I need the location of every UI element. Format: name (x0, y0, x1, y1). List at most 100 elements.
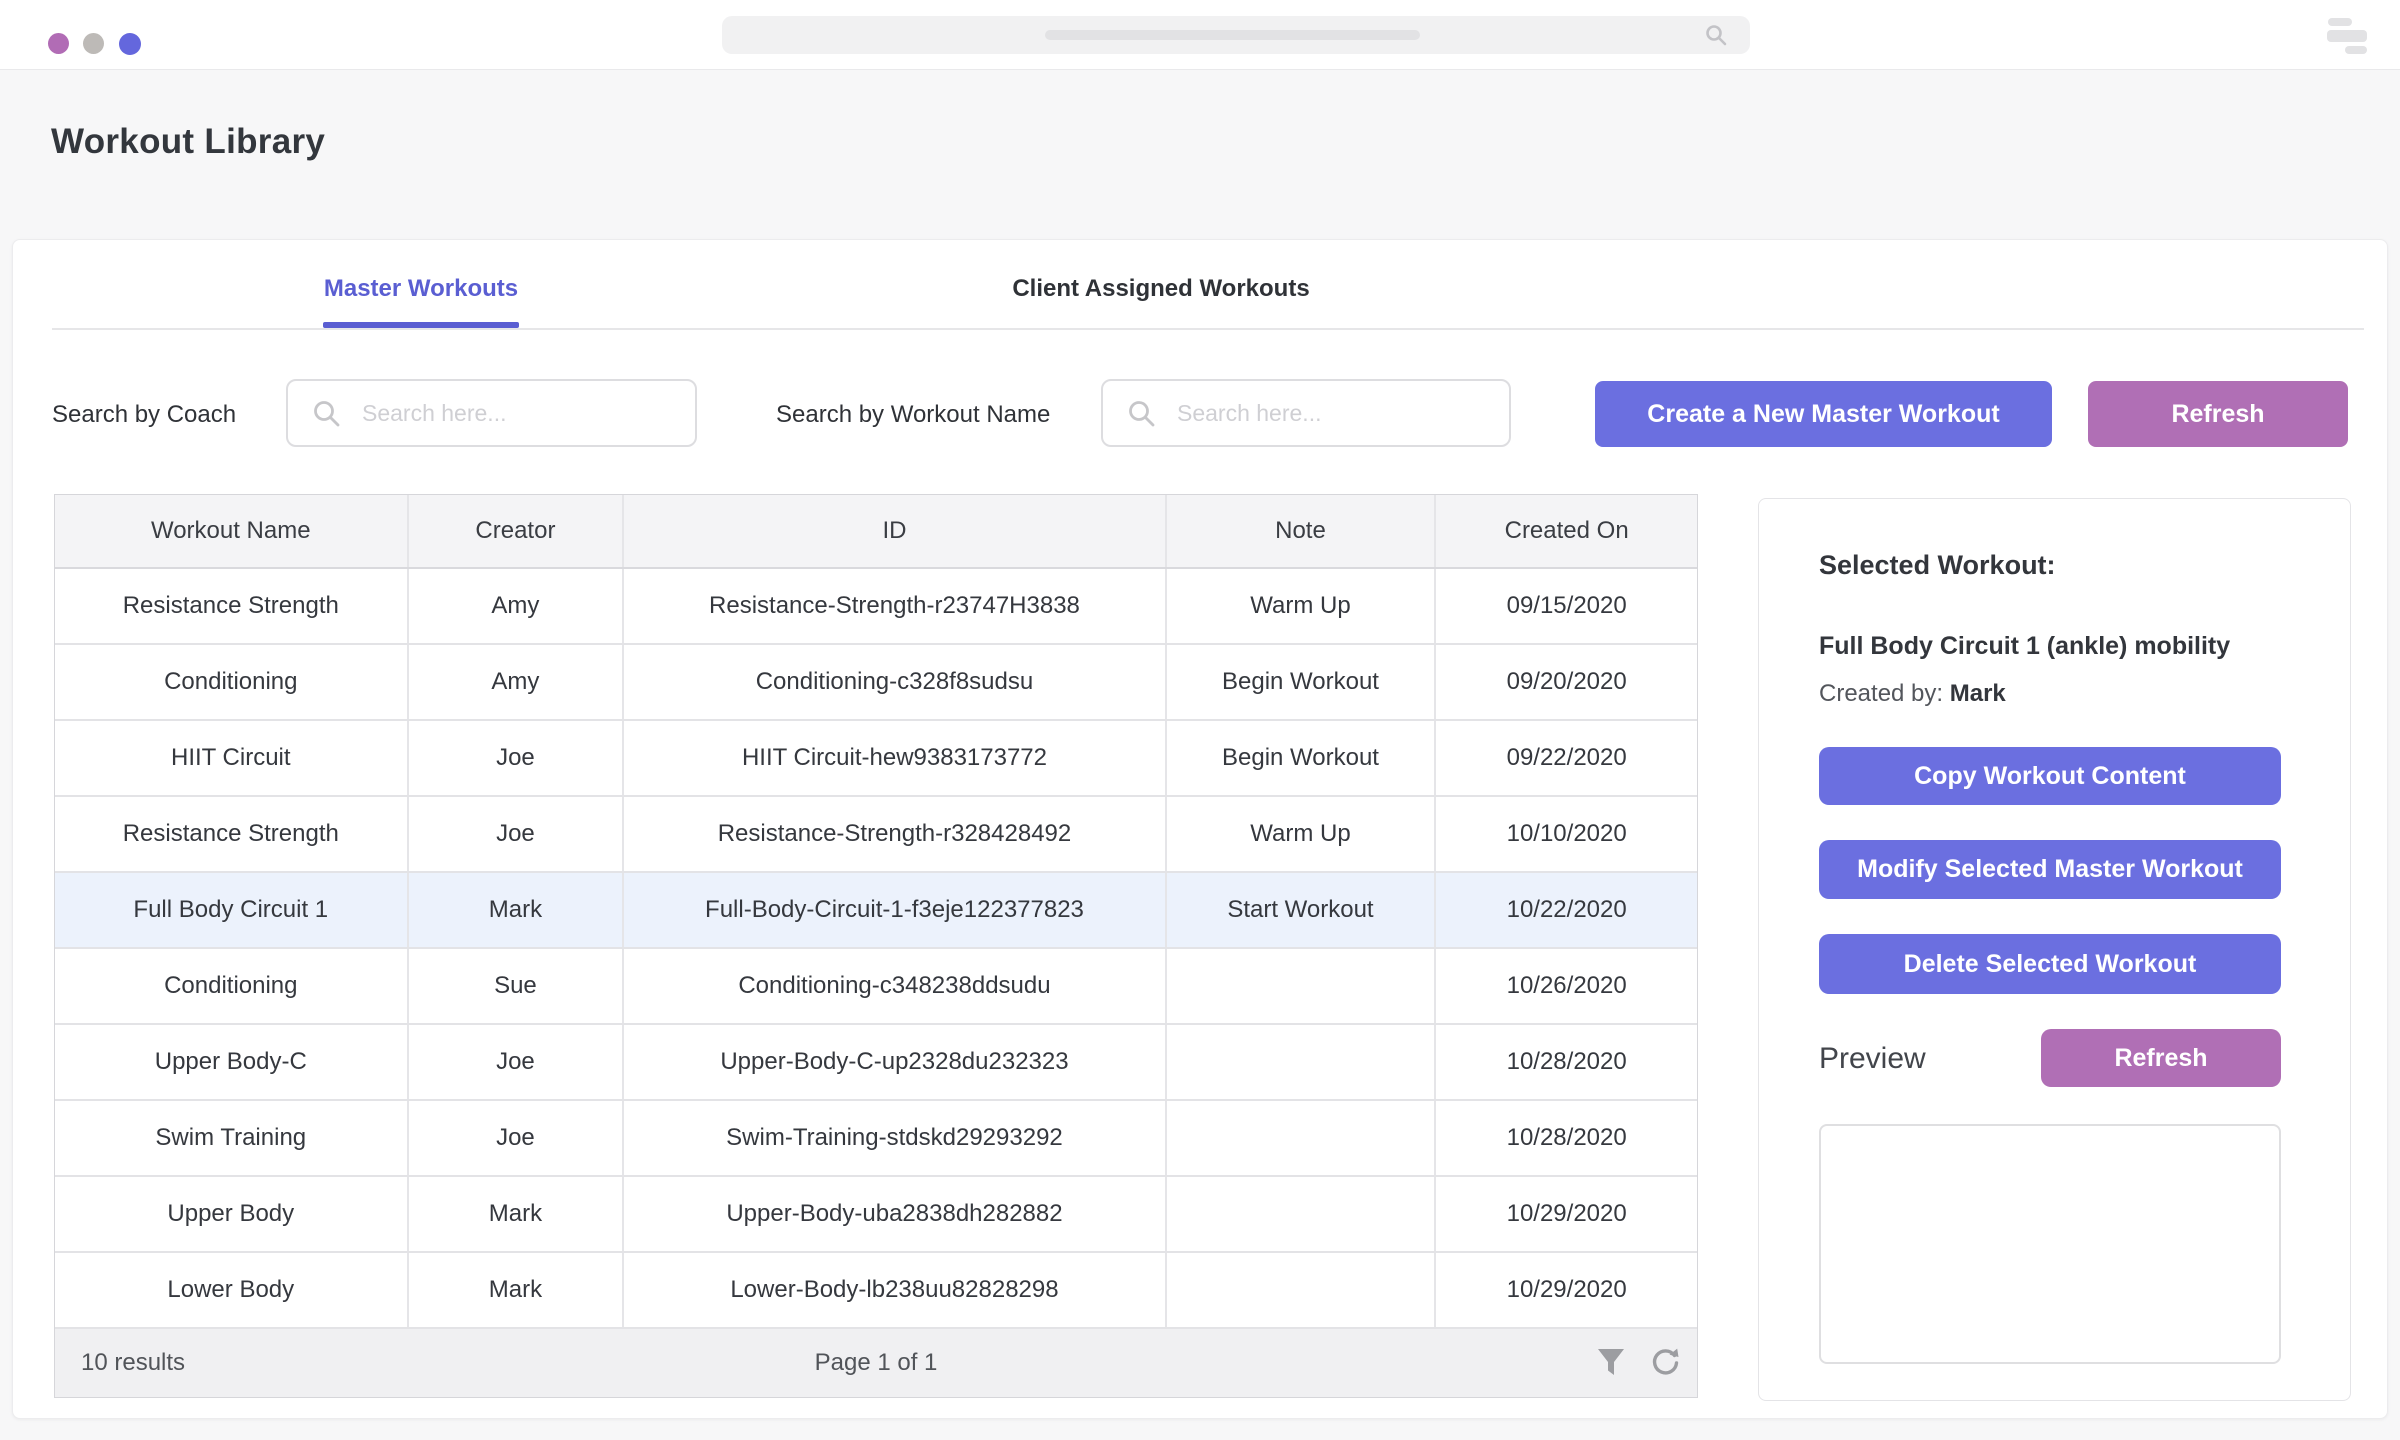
search-by-coach-label: Search by Coach (52, 401, 236, 429)
column-header: Created On (1436, 495, 1697, 567)
table-cell: 09/22/2020 (1436, 721, 1697, 795)
filter-funnel-icon[interactable] (1597, 1348, 1625, 1378)
table-cell: Begin Workout (1167, 721, 1437, 795)
table-cell: Conditioning-c328f8sudsu (624, 645, 1166, 719)
table-cell: Amy (409, 569, 625, 643)
preview-box (1819, 1124, 2281, 1364)
table-row[interactable]: Lower BodyMarkLower-Body-lb238uu82828298… (55, 1253, 1697, 1329)
selected-workout-panel: Selected Workout: Full Body Circuit 1 (a… (1758, 498, 2351, 1401)
column-header: ID (624, 495, 1166, 567)
delete-selected-workout-button[interactable]: Delete Selected Workout (1819, 934, 2281, 994)
tab-master-workouts[interactable]: Master Workouts (323, 274, 519, 304)
table-cell (1167, 1025, 1437, 1099)
tab-client-assigned-workouts[interactable]: Client Assigned Workouts (996, 274, 1326, 304)
table-cell: Full Body Circuit 1 (55, 873, 409, 947)
url-placeholder-line (1045, 30, 1420, 40)
table-cell: 09/15/2020 (1436, 569, 1697, 643)
table-cell: Conditioning (55, 949, 409, 1023)
table-cell: Sue (409, 949, 625, 1023)
table-cell: Warm Up (1167, 569, 1437, 643)
tabs-divider (52, 328, 2364, 330)
table-cell: Mark (409, 873, 625, 947)
table-row[interactable]: Resistance StrengthJoeResistance-Strengt… (55, 797, 1697, 873)
table-cell: Amy (409, 645, 625, 719)
table-cell: 10/29/2020 (1436, 1177, 1697, 1251)
table-cell: Joe (409, 1025, 625, 1099)
table-cell: Resistance-Strength-r23747H3838 (624, 569, 1166, 643)
table-cell: Joe (409, 797, 625, 871)
table-cell: Swim Training (55, 1101, 409, 1175)
table-cell: 10/28/2020 (1436, 1101, 1697, 1175)
window-dot[interactable] (48, 33, 69, 54)
browser-address-bar[interactable] (722, 16, 1750, 54)
preview-label: Preview (1819, 1042, 1926, 1076)
table-cell (1167, 1177, 1437, 1251)
table-body: Resistance StrengthAmyResistance-Strengt… (55, 569, 1697, 1329)
table-cell: HIIT Circuit-hew9383173772 (624, 721, 1166, 795)
window-dot[interactable] (119, 33, 141, 55)
table-cell: Swim-Training-stdskd29293292 (624, 1101, 1166, 1175)
copy-workout-content-button[interactable]: Copy Workout Content (1819, 747, 2281, 805)
table-cell: Resistance Strength (55, 569, 409, 643)
workout-library-card: Master Workouts Client Assigned Workouts… (12, 239, 2388, 1419)
table-cell: Full-Body-Circuit-1-f3eje122377823 (624, 873, 1166, 947)
selected-workout-heading: Selected Workout: (1819, 550, 2056, 581)
refresh-button[interactable]: Refresh (2088, 381, 2348, 447)
table-row[interactable]: Resistance StrengthAmyResistance-Strengt… (55, 569, 1697, 645)
table-row[interactable]: ConditioningAmyConditioning-c328f8sudsuB… (55, 645, 1697, 721)
coach-search-field[interactable] (286, 379, 697, 447)
column-header: Creator (409, 495, 625, 567)
modify-selected-workout-button[interactable]: Modify Selected Master Workout (1819, 840, 2281, 899)
table-header-row: Workout NameCreatorIDNoteCreated On (55, 495, 1697, 569)
table-cell: 10/26/2020 (1436, 949, 1697, 1023)
workout-search-input[interactable] (1177, 383, 1493, 443)
coach-search-input[interactable] (362, 383, 679, 443)
table-row[interactable]: Upper BodyMarkUpper-Body-uba2838dh282882… (55, 1177, 1697, 1253)
table-cell: Conditioning-c348238ddsudu (624, 949, 1166, 1023)
window-dot[interactable] (83, 33, 104, 54)
table-cell: 10/10/2020 (1436, 797, 1697, 871)
table-row[interactable]: Full Body Circuit 1MarkFull-Body-Circuit… (55, 873, 1697, 949)
search-icon (312, 399, 342, 429)
table-cell: Warm Up (1167, 797, 1437, 871)
column-header: Workout Name (55, 495, 409, 567)
selected-workout-name: Full Body Circuit 1 (ankle) mobility (1819, 632, 2230, 661)
table-cell: Joe (409, 721, 625, 795)
search-icon (1704, 23, 1728, 47)
table-cell: Upper-Body-C-up2328du232323 (624, 1025, 1166, 1099)
table-row[interactable]: HIIT CircuitJoeHIIT Circuit-hew938317377… (55, 721, 1697, 797)
search-icon (1127, 399, 1157, 429)
table-cell: Start Workout (1167, 873, 1437, 947)
table-footer: 10 results Page 1 of 1 (55, 1329, 1697, 1397)
workout-search-field[interactable] (1101, 379, 1511, 447)
search-by-workout-label: Search by Workout Name (776, 401, 1050, 429)
table-cell: Conditioning (55, 645, 409, 719)
table-cell: 10/28/2020 (1436, 1025, 1697, 1099)
table-cell: Begin Workout (1167, 645, 1437, 719)
table-cell: HIIT Circuit (55, 721, 409, 795)
page-indicator: Page 1 of 1 (55, 1349, 1697, 1377)
refresh-icon[interactable] (1649, 1347, 1681, 1379)
table-cell: 10/29/2020 (1436, 1253, 1697, 1327)
table-row[interactable]: Swim TrainingJoeSwim-Training-stdskd2929… (55, 1101, 1697, 1177)
table-cell: Joe (409, 1101, 625, 1175)
column-header: Note (1167, 495, 1437, 567)
table-cell (1167, 949, 1437, 1023)
preview-refresh-button[interactable]: Refresh (2041, 1029, 2281, 1087)
table-row[interactable]: Upper Body-CJoeUpper-Body-C-up2328du2323… (55, 1025, 1697, 1101)
table-cell: Upper Body (55, 1177, 409, 1251)
table-row[interactable]: ConditioningSueConditioning-c348238ddsud… (55, 949, 1697, 1025)
workouts-table: Workout NameCreatorIDNoteCreated On Resi… (54, 494, 1698, 1398)
table-cell: Resistance-Strength-r328428492 (624, 797, 1166, 871)
browser-topbar (0, 0, 2400, 70)
table-cell: 09/20/2020 (1436, 645, 1697, 719)
table-cell: Mark (409, 1177, 625, 1251)
created-by-value: Mark (1950, 680, 2006, 707)
table-cell: Mark (409, 1253, 625, 1327)
menu-bars-icon[interactable] (2327, 17, 2367, 55)
create-master-workout-button[interactable]: Create a New Master Workout (1595, 381, 2052, 447)
created-by-line: Created by: Mark (1819, 680, 2006, 708)
table-cell: 10/22/2020 (1436, 873, 1697, 947)
table-cell: Upper-Body-uba2838dh282882 (624, 1177, 1166, 1251)
table-cell (1167, 1101, 1437, 1175)
